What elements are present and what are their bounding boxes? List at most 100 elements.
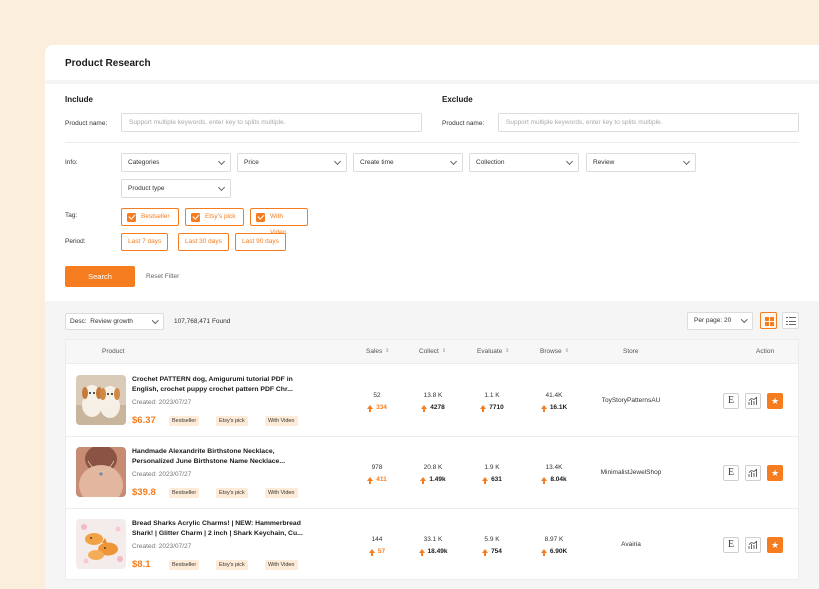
tag-label: Tag: — [65, 212, 78, 219]
badge-with-video: With Video — [265, 560, 298, 570]
product-name[interactable]: Bread Sharks Acrylic Charms! | NEW: Hamm… — [132, 519, 314, 538]
col-evaluate[interactable]: Evaluate ⇕ — [477, 348, 510, 355]
chart-icon[interactable] — [745, 465, 761, 481]
store-name[interactable]: MinimalistJewelShop — [581, 469, 681, 476]
product-name[interactable]: Handmade Alexandrite Birthstone Necklace… — [132, 447, 314, 466]
col-browse[interactable]: Browse ⇕ — [540, 348, 569, 355]
browse-growth: 8.04k — [524, 476, 584, 484]
evaluate-growth-value: 754 — [491, 548, 502, 555]
col-evaluate-label: Evaluate — [477, 348, 503, 355]
sort-value: Review growth — [90, 318, 133, 325]
col-store: Store — [623, 348, 639, 355]
etsy-icon[interactable]: E — [723, 465, 739, 481]
chart-icon[interactable] — [745, 537, 761, 553]
tag-etsys-pick-checkbox[interactable]: Etsy's pick — [185, 208, 244, 226]
product-type-select-label: Product type — [128, 185, 165, 192]
period-last-90-days[interactable]: Last 90 days — [235, 233, 286, 251]
list-view-button[interactable] — [782, 312, 799, 329]
categories-select-label: Categories — [128, 159, 160, 166]
col-collect-label: Collect — [419, 348, 439, 355]
sort-icon: ⇕ — [441, 348, 447, 354]
products-table: Product Sales ⇕ Collect ⇕ Evaluate ⇕ Browse… — [65, 339, 799, 580]
col-collect[interactable]: Collect ⇕ — [419, 348, 446, 355]
info-label: Info: — [65, 159, 78, 166]
collection-select[interactable]: Collection — [469, 153, 579, 172]
tag-with-video-checkbox[interactable]: With Video — [250, 208, 308, 236]
arrow-up-icon — [418, 549, 425, 556]
search-button[interactable]: Search — [65, 266, 135, 287]
include-input[interactable]: Support multiple keywords, enter key to … — [121, 113, 422, 132]
star-icon[interactable]: ★ — [767, 537, 783, 553]
table-row[interactable]: Bread Sharks Acrylic Charms! | NEW: Hamm… — [66, 509, 798, 581]
collect-growth-value: 4278 — [430, 404, 445, 411]
product-research-card: Product Research Include Product name: S… — [45, 45, 819, 589]
arrow-up-icon — [541, 477, 548, 484]
reset-filter-link[interactable]: Reset Filter — [146, 273, 179, 280]
exclude-input[interactable]: Support multiple keywords, enter key to … — [498, 113, 799, 132]
col-sales[interactable]: Sales ⇕ — [366, 348, 389, 355]
tag-etsys-pick-label: Etsy's pick — [205, 213, 236, 220]
chevron-down-icon — [217, 183, 226, 192]
product-thumbnail[interactable] — [76, 375, 126, 425]
per-page-label: Per page: 20 — [694, 317, 732, 324]
product-name[interactable]: Crochet PATTERN dog, Amigurumi tutorial … — [132, 375, 314, 394]
etsy-icon[interactable]: E — [723, 393, 739, 409]
sales-value: 144 — [371, 536, 383, 543]
etsy-icon[interactable]: E — [723, 537, 739, 553]
product-thumbnail[interactable] — [76, 447, 126, 497]
collect-growth-value: 18.49k — [427, 548, 448, 555]
evaluate-value: 1.1 K — [484, 392, 500, 399]
filter-divider — [65, 142, 799, 143]
store-name[interactable]: Avairia — [581, 541, 681, 548]
star-icon[interactable]: ★ — [767, 393, 783, 409]
chevron-down-icon — [151, 317, 158, 324]
tag-bestseller-checkbox[interactable]: Bestseller — [121, 208, 179, 226]
arrow-up-icon — [540, 549, 547, 556]
per-page-select[interactable]: Per page: 20 — [687, 312, 753, 330]
evaluate-growth-value: 7710 — [489, 404, 504, 411]
review-select-label: Review — [593, 159, 615, 166]
star-icon[interactable]: ★ — [767, 465, 783, 481]
grid-view-button[interactable] — [760, 312, 777, 329]
browse-growth-value: 8.04k — [550, 476, 567, 483]
badge-bestseller: Bestseller — [169, 488, 200, 498]
evaluate-value: 5.9 K — [484, 536, 500, 543]
arrow-up-icon — [421, 405, 428, 412]
created-date: Created: 2023/07/27 — [132, 543, 192, 550]
sales-cell: 52 334 — [347, 392, 407, 412]
col-action: Action — [756, 348, 775, 355]
evaluate-growth-value: 631 — [491, 476, 502, 483]
price-select[interactable]: Price — [237, 153, 347, 172]
table-header: Product Sales ⇕ Collect ⇕ Evaluate ⇕ Browse… — [66, 340, 798, 364]
browse-growth: 6.90K — [524, 548, 584, 556]
table-row[interactable]: Handmade Alexandrite Birthstone Necklace… — [66, 437, 798, 509]
browse-cell: 41.4K 16.1K — [524, 392, 584, 412]
sort-icon: ⇕ — [505, 348, 510, 354]
sort-prefix: Desc: — [70, 318, 87, 325]
chart-icon[interactable] — [745, 393, 761, 409]
collect-cell: 20.8 K 1.49k — [403, 464, 463, 484]
collect-growth: 18.49k — [403, 548, 463, 556]
arrow-up-icon — [482, 477, 489, 484]
sort-icon: ⇕ — [564, 348, 569, 354]
arrow-up-icon — [367, 405, 374, 412]
period-last-30-days[interactable]: Last 30 days — [178, 233, 229, 251]
table-row[interactable]: Crochet PATTERN dog, Amigurumi tutorial … — [66, 365, 798, 437]
product-thumbnail[interactable] — [76, 519, 126, 569]
store-name[interactable]: ToyStoryPatternsAU — [581, 397, 681, 404]
sort-select[interactable]: Desc: Review growth — [65, 313, 164, 330]
badge-etsys-pick: Etsy's pick — [216, 560, 248, 570]
categories-select[interactable]: Categories — [121, 153, 231, 172]
exclude-label: Product name: — [442, 120, 485, 127]
product-price: $39.8 — [132, 487, 156, 498]
browse-growth: 16.1K — [524, 404, 584, 412]
collect-cell: 33.1 K 18.49k — [403, 536, 463, 556]
create-time-select[interactable]: Create time — [353, 153, 463, 172]
product-price: $8.1 — [132, 559, 151, 570]
evaluate-cell: 1.9 K 631 — [462, 464, 522, 484]
sales-cell: 978 411 — [347, 464, 407, 484]
period-last-7-days[interactable]: Last 7 days — [121, 233, 169, 251]
chevron-down-icon — [217, 157, 226, 166]
product-type-select[interactable]: Product type — [121, 179, 231, 198]
review-select[interactable]: Review — [586, 153, 696, 172]
